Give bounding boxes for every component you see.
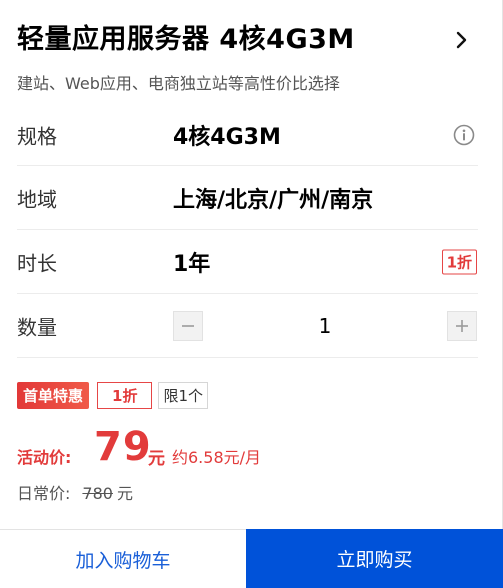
add-to-cart-button[interactable]: 加入购物车 xyxy=(0,529,246,588)
region-label: 地域 xyxy=(17,187,57,211)
activity-price-label: 活动价: xyxy=(17,448,72,467)
action-bar: 加入购物车 立即购买 xyxy=(0,529,503,588)
purchase-limit-badge: 限1个 xyxy=(158,381,208,409)
promo-discount-badge: 1折 xyxy=(97,381,153,409)
quantity-label: 数量 xyxy=(17,315,57,339)
duration-row: 时长 1年 1折 xyxy=(17,230,478,294)
product-subtitle: 建站、Web应用、电商独立站等高性价比选择 xyxy=(17,74,340,93)
duration-label: 时长 xyxy=(17,251,57,275)
regular-price-label: 日常价: xyxy=(17,484,71,503)
info-circle-icon[interactable] xyxy=(453,124,475,146)
activity-price-value: 79 xyxy=(94,424,152,470)
quantity-row: 数量 1 xyxy=(17,294,478,358)
spec-label: 规格 xyxy=(17,124,57,148)
region-row: 地域 上海/北京/广州/南京 xyxy=(17,166,478,230)
monthly-price: 约6.58元/月 xyxy=(172,448,262,467)
activity-price-unit: 元 xyxy=(148,449,165,469)
buy-now-button[interactable]: 立即购买 xyxy=(246,529,503,588)
region-value: 上海/北京/广州/南京 xyxy=(173,187,374,213)
first-order-badge: 首单特惠 xyxy=(17,381,90,409)
chevron-right-icon[interactable] xyxy=(451,30,471,50)
spec-value: 4核4G3M xyxy=(173,124,281,150)
quantity-increment-button[interactable] xyxy=(447,310,477,341)
spec-row: 规格 4核4G3M xyxy=(17,104,478,166)
product-title: 轻量应用服务器 4核4G3M xyxy=(17,24,355,55)
duration-discount-badge: 1折 xyxy=(441,249,477,274)
promo-tags: 首单特惠 1折 限1个 xyxy=(17,381,208,409)
duration-value: 1年 xyxy=(173,251,211,277)
product-card: 轻量应用服务器 4核4G3M 建站、Web应用、电商独立站等高性价比选择 规格 … xyxy=(0,0,503,588)
activity-price: 活动价: 79 元 约6.58元/月 xyxy=(17,422,487,472)
minus-icon xyxy=(182,324,194,327)
product-header: 轻量应用服务器 4核4G3M xyxy=(17,22,485,58)
regular-price: 日常价: 780 元 xyxy=(17,480,133,504)
quantity-decrement-button[interactable] xyxy=(173,310,203,341)
regular-price-value: 780 xyxy=(82,484,113,503)
regular-price-unit: 元 xyxy=(116,484,133,503)
plus-icon xyxy=(456,319,468,332)
quantity-value[interactable]: 1 xyxy=(203,314,447,338)
